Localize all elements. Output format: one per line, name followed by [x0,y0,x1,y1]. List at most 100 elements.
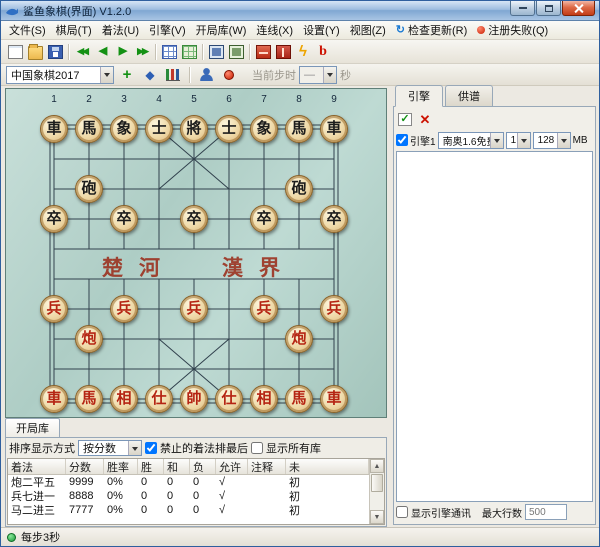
col-header-source[interactable]: 未 [286,459,369,474]
book-select[interactable]: 中国象棋2017 [6,66,114,84]
table-row[interactable]: 炮二平五 9999 0% 0 0 0 √ 初 [8,475,369,489]
nav-last-button[interactable]: ▶▶ [132,42,152,62]
engine-hash-select[interactable]: 128 [533,132,571,149]
piece-red[interactable]: 兵 [110,295,138,323]
computer-analyze-button[interactable] [226,42,246,62]
col-header-move[interactable]: 着法 [8,459,66,474]
engine-enabled-checkbox[interactable] [396,134,408,146]
piece-black[interactable]: 卒 [250,205,278,233]
col-header-win[interactable]: 胜 [138,459,164,474]
new-game-button[interactable] [5,42,25,62]
menu-engine[interactable]: 引擎(V) [144,20,191,40]
piece-red[interactable]: 仕 [215,385,243,413]
book-edit-button[interactable]: ◆ [140,65,160,85]
open-button[interactable] [25,42,45,62]
max-lines-input[interactable] [525,504,567,520]
minimize-button[interactable] [510,1,535,16]
engine-threads-select[interactable]: 1 [506,132,531,149]
table-scrollbar[interactable]: ▲ ▼ [369,459,384,524]
piece-black[interactable]: 將 [180,115,208,143]
piece-black[interactable]: 卒 [110,205,138,233]
piece-black[interactable]: 士 [215,115,243,143]
menu-check-update[interactable]: ↻检查更新(R) [391,20,473,40]
menu-view[interactable]: 视图(Z) [345,20,391,40]
remove-engine-button[interactable]: ✕ [416,110,434,128]
record-button[interactable] [219,65,239,85]
piece-red[interactable]: 兵 [320,295,348,323]
col-header-allow[interactable]: 允许 [216,459,248,474]
nav-prev-button[interactable]: ◀ [92,42,112,62]
piece-black[interactable]: 卒 [320,205,348,233]
piece-black[interactable]: 砲 [285,175,313,203]
piece-black[interactable]: 砲 [75,175,103,203]
chess-board[interactable]: 楚河 漢界 123456789車馬象士將士象馬車砲砲卒卒卒卒卒兵兵兵兵兵炮炮車馬… [5,88,387,418]
scroll-thumb[interactable] [371,474,383,492]
add-book-button[interactable]: + [117,65,137,85]
piece-red[interactable]: 兵 [180,295,208,323]
nav-next-button[interactable]: ▶ [112,42,132,62]
menu-online[interactable]: 连线(X) [251,20,298,40]
show-all-books-checkbox[interactable] [251,442,263,454]
piece-red[interactable]: 車 [40,385,68,413]
book-manage-button[interactable] [253,42,273,62]
scroll-up-icon[interactable]: ▲ [370,459,384,473]
table-row[interactable]: 马二进三 7777 0% 0 0 0 √ 初 [8,503,369,517]
table-row[interactable]: 兵七进一 8888 0% 0 0 0 √ 初 [8,489,369,503]
piece-red[interactable]: 仕 [145,385,173,413]
open-folder-icon [28,46,43,60]
menu-book[interactable]: 开局库(W) [191,20,252,40]
stop-button[interactable] [273,42,293,62]
piece-black[interactable]: 車 [40,115,68,143]
menu-file[interactable]: 文件(S) [4,20,51,40]
menu-moves[interactable]: 着法(U) [97,20,144,40]
statistics-button[interactable] [163,65,183,85]
piece-black[interactable]: 象 [110,115,138,143]
forbidden-last-checkbox[interactable] [145,442,157,454]
tab-book-feed[interactable]: 供谱 [445,85,493,107]
piece-black[interactable]: 車 [320,115,348,143]
menu-settings[interactable]: 设置(Y) [298,20,345,40]
menu-register-failed[interactable]: 注册失败(Q) [472,20,553,40]
piece-red[interactable]: 相 [110,385,138,413]
register-button[interactable]: b [313,42,333,62]
add-engine-button[interactable]: ✓ [396,110,414,128]
tab-opening-book[interactable]: 开局库 [5,418,60,437]
player-button[interactable] [196,65,216,85]
piece-red[interactable]: 炮 [75,325,103,353]
piece-black[interactable]: 卒 [180,205,208,233]
show-engine-comm-checkbox[interactable] [396,506,408,518]
step-time-select[interactable]: — [299,66,337,84]
col-header-score[interactable]: 分数 [66,459,104,474]
piece-red[interactable]: 兵 [40,295,68,323]
piece-black[interactable]: 士 [145,115,173,143]
piece-black[interactable]: 馬 [75,115,103,143]
computer-play-button[interactable] [206,42,226,62]
sort-mode-select[interactable]: 按分数 [78,440,142,456]
piece-red[interactable]: 兵 [250,295,278,323]
quick-move-button[interactable]: ϟ [293,42,313,62]
piece-red[interactable]: 馬 [75,385,103,413]
piece-red[interactable]: 帥 [180,385,208,413]
col-header-loss[interactable]: 负 [190,459,216,474]
flip-board-button[interactable] [179,42,199,62]
engine-name-select[interactable]: 南奥1.6免费版 [438,132,504,149]
piece-red[interactable]: 炮 [285,325,313,353]
close-button[interactable] [562,1,595,16]
piece-red[interactable]: 馬 [285,385,313,413]
piece-black[interactable]: 卒 [40,205,68,233]
tab-engine[interactable]: 引擎 [395,85,443,107]
piece-red[interactable]: 車 [320,385,348,413]
piece-black[interactable]: 馬 [285,115,313,143]
board-view-button[interactable] [159,42,179,62]
col-header-draw[interactable]: 和 [164,459,190,474]
col-header-comment[interactable]: 注释 [248,459,286,474]
piece-black[interactable]: 象 [250,115,278,143]
engine-output-list[interactable] [396,151,593,502]
menu-game[interactable]: 棋局(T) [51,20,97,40]
save-button[interactable] [45,42,65,62]
nav-first-button[interactable]: ◀◀ [72,42,92,62]
scroll-down-icon[interactable]: ▼ [370,510,384,524]
maximize-button[interactable] [536,1,561,16]
piece-red[interactable]: 相 [250,385,278,413]
col-header-winrate[interactable]: 胜率 [104,459,138,474]
